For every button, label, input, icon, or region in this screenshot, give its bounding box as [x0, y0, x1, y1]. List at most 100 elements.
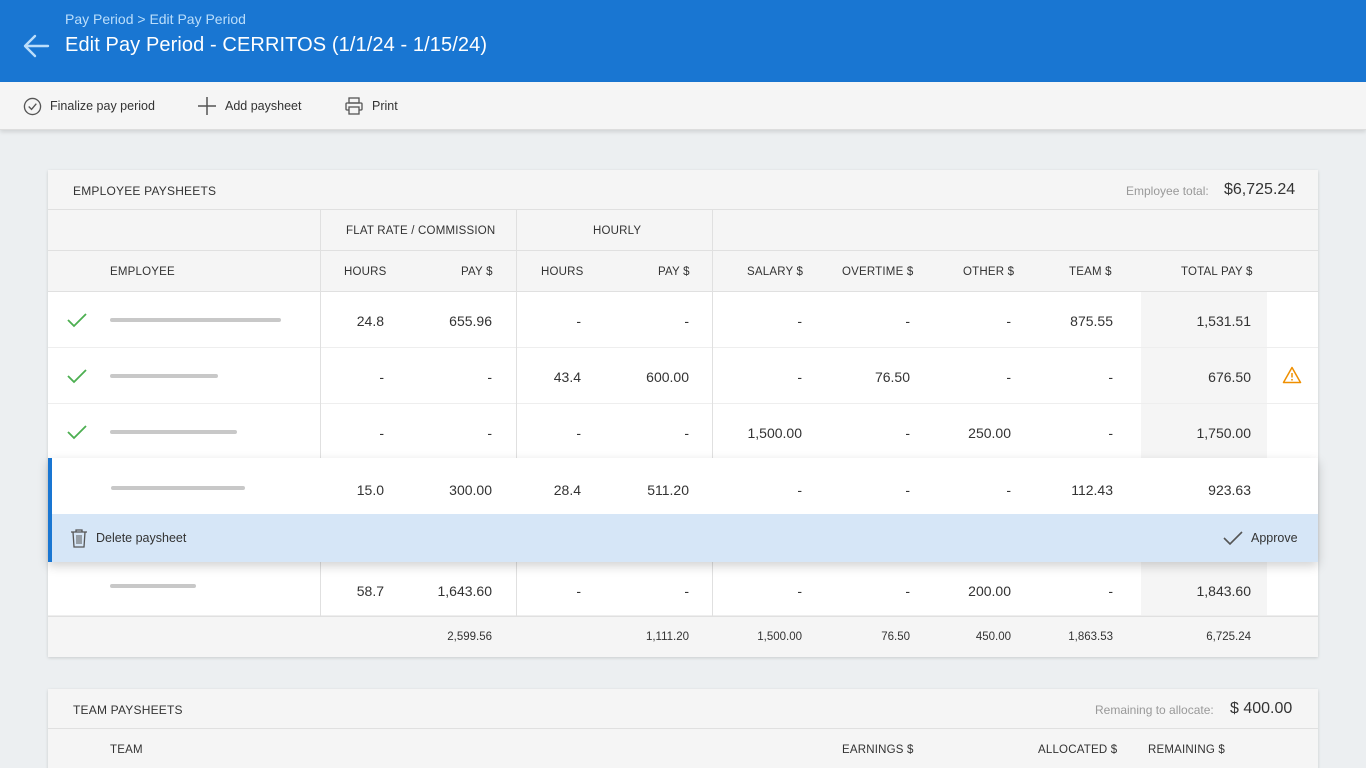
overtime-cell: 76.50	[874, 369, 910, 385]
employee-name-redacted	[111, 486, 245, 490]
employee-total-label: Employee total:	[1126, 184, 1209, 198]
other-cell: -	[1006, 369, 1011, 385]
approved-check-icon	[67, 313, 87, 328]
team-cell: -	[1108, 369, 1113, 385]
table-row[interactable]: 58.7 1,643.60 - - - - 200.00 - 1,843.60	[48, 560, 1318, 616]
other-cell: 200.00	[968, 583, 1011, 599]
print-label: Print	[372, 99, 398, 113]
approved-check-icon	[67, 369, 87, 384]
breadcrumb[interactable]: Pay Period > Edit Pay Period	[65, 11, 246, 27]
total-pay-cell: 1,843.60	[1196, 583, 1252, 599]
team-cell: 112.43	[1071, 482, 1113, 498]
col-flat-pay[interactable]: PAY $	[461, 266, 493, 278]
col-employee[interactable]: EMPLOYEE	[110, 266, 175, 278]
flat-pay-cell: -	[487, 369, 492, 385]
col-salary[interactable]: SALARY $	[747, 266, 803, 278]
flat-hours-cell: -	[379, 425, 384, 441]
employee-name-redacted	[110, 374, 218, 378]
delete-paysheet-label: Delete paysheet	[96, 531, 187, 545]
delete-paysheet-button[interactable]: Delete paysheet	[70, 514, 186, 562]
approve-button[interactable]: Approve	[1223, 514, 1298, 562]
col-hourly-pay[interactable]: PAY $	[658, 266, 690, 278]
total-salary: 1,500.00	[757, 631, 802, 643]
check-circle-icon	[23, 97, 42, 115]
total-team: 1,863.53	[1068, 631, 1113, 643]
other-cell: -	[1006, 313, 1011, 329]
col-remaining[interactable]: REMAINING $	[1148, 744, 1225, 756]
approved-check-icon	[67, 425, 87, 440]
salary-cell: -	[797, 583, 802, 599]
salary-cell: -	[797, 482, 802, 498]
col-total-pay[interactable]: TOTAL PAY $	[1181, 266, 1253, 278]
totals-row: 2,599.56 1,111.20 1,500.00 76.50 450.00 …	[48, 616, 1318, 657]
flat-hours-cell: 24.8	[356, 313, 384, 329]
remaining-label: Remaining to allocate:	[1095, 703, 1214, 717]
hourly-hours-cell: 43.4	[553, 369, 581, 385]
col-team[interactable]: TEAM	[110, 744, 143, 756]
col-earnings[interactable]: EARNINGS $	[842, 744, 914, 756]
employee-paysheets-card: EMPLOYEE PAYSHEETS Employee total: $6,72…	[48, 170, 1318, 657]
warning-icon[interactable]	[1282, 366, 1302, 384]
plus-icon	[198, 97, 216, 115]
col-overtime[interactable]: OVERTIME $	[842, 266, 913, 278]
col-hourly-hours[interactable]: HOURS	[541, 266, 584, 278]
col-other[interactable]: OTHER $	[963, 266, 1014, 278]
group-flat-rate: FLAT RATE / COMMISSION	[346, 225, 496, 237]
other-cell: -	[1006, 482, 1011, 498]
remaining-value: $ 400.00	[1230, 700, 1293, 717]
trash-icon	[71, 529, 87, 548]
col-allocated[interactable]: ALLOCATED $	[1038, 744, 1117, 756]
check-icon	[1223, 531, 1243, 546]
flat-hours-cell: 58.7	[356, 583, 384, 599]
flat-pay-cell: 300.00	[449, 482, 492, 498]
approve-label: Approve	[1251, 531, 1298, 545]
col-team[interactable]: TEAM $	[1069, 266, 1112, 278]
finalize-label: Finalize pay period	[50, 99, 155, 113]
arrow-left-icon	[23, 34, 50, 58]
overtime-cell: -	[905, 482, 910, 498]
print-button[interactable]: Print	[344, 82, 398, 130]
table-row[interactable]: 24.8 655.96 - - - - - 875.55 1,531.51	[48, 292, 1318, 348]
team-paysheets-card: TEAM PAYSHEETS Remaining to allocate: $ …	[48, 689, 1318, 768]
add-paysheet-button[interactable]: Add paysheet	[197, 82, 301, 130]
flat-pay-cell: -	[487, 425, 492, 441]
col-flat-hours[interactable]: HOURS	[344, 266, 387, 278]
total-pay-cell: 1,750.00	[1196, 425, 1252, 441]
overtime-cell: -	[905, 313, 910, 329]
hourly-pay-cell: 600.00	[646, 369, 689, 385]
row-action-bar: Delete paysheet Approve	[52, 514, 1318, 562]
employee-name-redacted	[110, 430, 237, 434]
flat-hours-cell: 15.0	[356, 482, 384, 498]
hourly-hours-cell: -	[576, 583, 581, 599]
table-row[interactable]: - - 43.4 600.00 - 76.50 - - 676.50	[48, 348, 1318, 404]
column-group-header: FLAT RATE / COMMISSION HOURLY	[48, 210, 1318, 251]
column-header-row: EMPLOYEE HOURS PAY $ HOURS PAY $ SALARY …	[48, 251, 1318, 292]
flat-pay-cell: 655.96	[449, 313, 492, 329]
back-button[interactable]	[20, 30, 52, 62]
employee-name-redacted	[110, 584, 196, 588]
total-overtime: 76.50	[881, 631, 910, 643]
total-pay-cell: 1,531.51	[1196, 313, 1252, 329]
overtime-cell: -	[905, 583, 910, 599]
hourly-hours-cell: 28.4	[553, 482, 581, 498]
team-cell: -	[1108, 425, 1113, 441]
hourly-pay-cell: 511.20	[647, 482, 689, 498]
table-row[interactable]: - - - - 1,500.00 - 250.00 - 1,750.00	[48, 404, 1318, 460]
flat-hours-cell: -	[379, 369, 384, 385]
printer-icon	[345, 97, 363, 115]
selected-table-row[interactable]: 15.0 300.00 28.4 511.20 - - - 112.43 923…	[48, 458, 1318, 562]
hourly-hours-cell: -	[576, 313, 581, 329]
hourly-pay-cell: -	[684, 583, 689, 599]
salary-cell: 1,500.00	[747, 425, 803, 441]
total-hourly-pay: 1,111.20	[645, 631, 689, 643]
total-other: 450.00	[975, 631, 1011, 643]
finalize-pay-period-button[interactable]: Finalize pay period	[23, 82, 155, 130]
card-header: TEAM PAYSHEETS Remaining to allocate: $ …	[48, 689, 1318, 729]
salary-cell: -	[797, 369, 802, 385]
total-pay-cell: 923.63	[1208, 482, 1251, 498]
page-title: Edit Pay Period - CERRITOS (1/1/24 - 1/1…	[65, 34, 488, 56]
card-title: TEAM PAYSHEETS	[73, 703, 183, 717]
employee-name-redacted	[110, 318, 281, 322]
team-cell: -	[1108, 583, 1113, 599]
column-header-row: TEAM EARNINGS $ ALLOCATED $ REMAINING $	[48, 729, 1318, 768]
